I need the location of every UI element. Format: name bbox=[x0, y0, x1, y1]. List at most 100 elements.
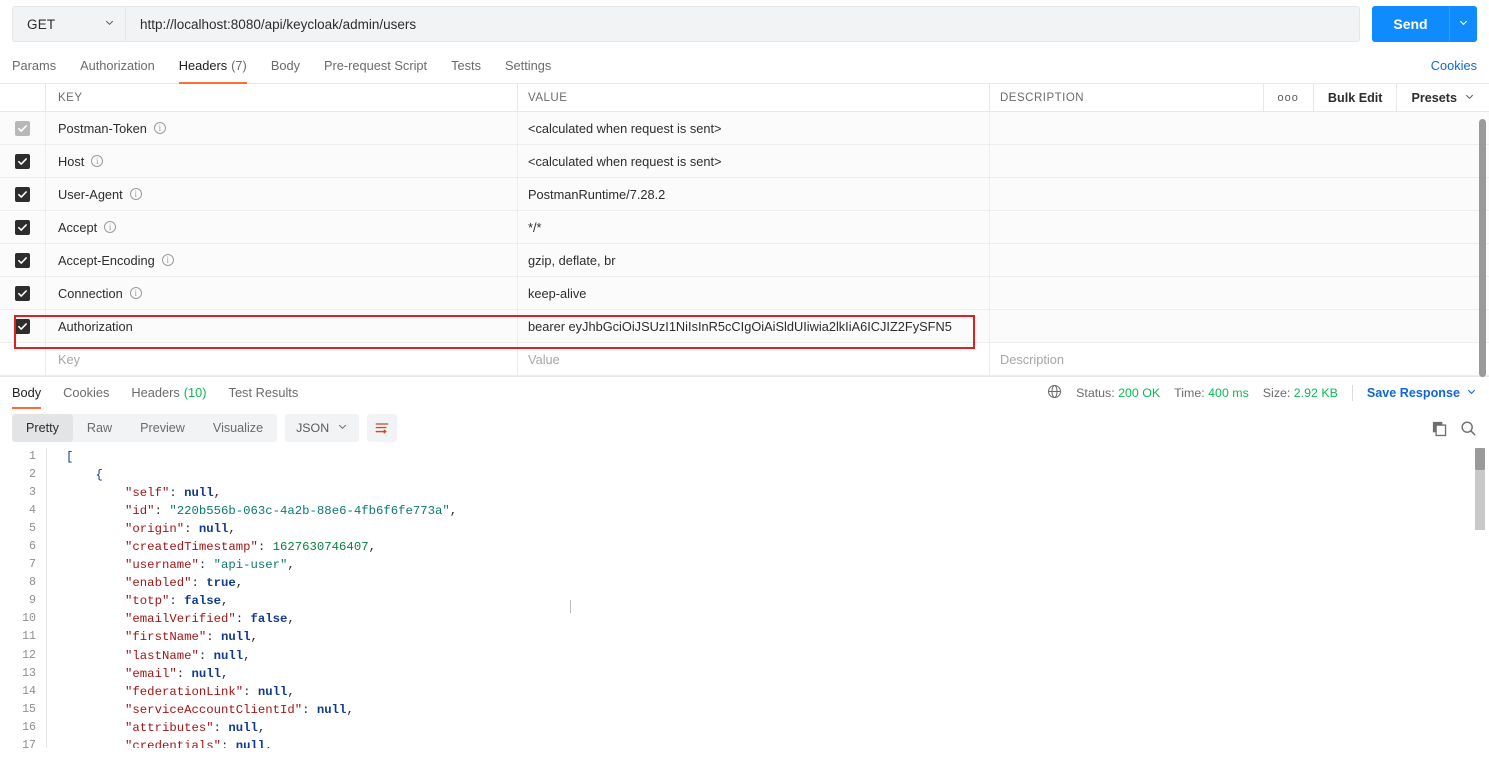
tab-body[interactable]: Body bbox=[259, 48, 312, 84]
send-button[interactable]: Send bbox=[1372, 6, 1449, 42]
save-response-button[interactable]: Save Response bbox=[1367, 386, 1477, 400]
copy-icon[interactable] bbox=[1431, 420, 1448, 437]
header-description-cell[interactable] bbox=[990, 178, 1489, 210]
header-value-cell[interactable]: keep-alive bbox=[518, 277, 990, 309]
info-icon[interactable]: i bbox=[153, 122, 166, 134]
header-description-cell[interactable] bbox=[990, 244, 1489, 276]
row-checkbox-cell bbox=[0, 310, 46, 342]
url-input[interactable] bbox=[138, 15, 1347, 33]
table-row[interactable]: Connection i keep-alive bbox=[0, 277, 1489, 310]
info-icon[interactable]: i bbox=[104, 221, 117, 233]
row-checkbox[interactable] bbox=[15, 120, 30, 136]
info-icon[interactable]: i bbox=[91, 155, 104, 167]
cookies-link[interactable]: Cookies bbox=[1431, 58, 1477, 73]
time-label: Time: bbox=[1174, 385, 1205, 400]
response-format-label: JSON bbox=[296, 421, 330, 435]
line-number: 13 bbox=[22, 666, 36, 680]
header-key-cell[interactable]: Postman-Token i bbox=[46, 112, 518, 144]
text-wrap-icon[interactable] bbox=[367, 414, 398, 442]
view-mode-visualize[interactable]: Visualize bbox=[199, 414, 277, 442]
header-value-cell[interactable]: <calculated when request is sent> bbox=[518, 145, 990, 177]
row-checkbox[interactable] bbox=[15, 219, 30, 235]
tab-headers[interactable]: Headers (7) bbox=[167, 48, 259, 84]
presets-button[interactable]: Presets bbox=[1396, 84, 1489, 111]
header-description-cell[interactable] bbox=[990, 211, 1489, 243]
headers-table: KEY VALUE DESCRIPTION ooo Bulk Edit Pres… bbox=[0, 84, 1489, 377]
line-number: 8 bbox=[29, 576, 36, 590]
new-header-description-input[interactable]: Description bbox=[990, 343, 1489, 375]
row-checkbox[interactable] bbox=[15, 252, 30, 268]
table-row-new[interactable]: Key Value Description bbox=[0, 343, 1489, 376]
code-line: 10 "emailVerified": false, bbox=[0, 610, 1489, 629]
headers-table-actions: ooo Bulk Edit Presets bbox=[1262, 84, 1489, 111]
response-tab-headers[interactable]: Headers (10) bbox=[120, 377, 217, 409]
header-value-cell[interactable]: <calculated when request is sent> bbox=[518, 112, 990, 144]
row-checkbox[interactable] bbox=[15, 285, 30, 301]
header-key-cell[interactable]: Connection i bbox=[46, 277, 518, 309]
header-description-cell[interactable] bbox=[990, 145, 1489, 177]
header-key-cell[interactable]: Accept-Encoding i bbox=[46, 244, 518, 276]
row-checkbox[interactable] bbox=[15, 153, 30, 169]
search-icon[interactable] bbox=[1460, 420, 1477, 437]
tab-tests[interactable]: Tests bbox=[439, 48, 493, 84]
line-number: 16 bbox=[22, 720, 36, 734]
info-icon[interactable]: i bbox=[161, 254, 174, 266]
headers-table-scrollbar[interactable] bbox=[1479, 119, 1486, 377]
status-label: Status: bbox=[1076, 385, 1115, 400]
view-mode-raw[interactable]: Raw bbox=[73, 414, 126, 442]
table-row[interactable]: User-Agent i PostmanRuntime/7.28.2 bbox=[0, 178, 1489, 211]
info-icon[interactable]: i bbox=[129, 188, 142, 200]
code-scrollbar-thumb[interactable] bbox=[1475, 448, 1485, 470]
header-key-cell[interactable]: Accept i bbox=[46, 211, 518, 243]
more-actions-button[interactable]: ooo bbox=[1262, 84, 1313, 111]
row-checkbox-cell bbox=[0, 277, 46, 309]
code-text: "serviceAccountClientId": null, bbox=[125, 702, 354, 717]
response-tab-cookies[interactable]: Cookies bbox=[52, 377, 120, 409]
code-scrollbar-track[interactable] bbox=[1475, 470, 1485, 530]
chevron-down-icon bbox=[1466, 386, 1477, 400]
send-options-button[interactable] bbox=[1449, 6, 1477, 42]
header-key-cell[interactable]: User-Agent i bbox=[46, 178, 518, 210]
line-number: 14 bbox=[22, 684, 36, 698]
table-row[interactable]: Postman-Token i <calculated when request… bbox=[0, 112, 1489, 145]
header-key-cell[interactable]: Authorization bbox=[46, 310, 518, 342]
header-description-cell[interactable] bbox=[990, 112, 1489, 144]
table-row[interactable]: Accept i */* bbox=[0, 211, 1489, 244]
info-icon[interactable]: i bbox=[129, 287, 142, 299]
tab-settings[interactable]: Settings bbox=[493, 48, 563, 84]
code-line: 15 "serviceAccountClientId": null, bbox=[0, 700, 1489, 719]
row-checkbox[interactable] bbox=[15, 186, 30, 202]
header-value-cell[interactable]: bearer eyJhbGciOiJSUzI1NiIsInR5cCIgOiAiS… bbox=[518, 310, 990, 342]
table-row[interactable]: Host i <calculated when request is sent> bbox=[0, 145, 1489, 178]
code-line: 17 "credentials": null, bbox=[0, 736, 1489, 748]
response-tab-test-results[interactable]: Test Results bbox=[218, 377, 310, 409]
response-format-selector[interactable]: JSON bbox=[285, 414, 360, 442]
new-header-key-input[interactable]: Key bbox=[46, 343, 518, 375]
view-mode-pretty[interactable]: Pretty bbox=[12, 414, 73, 442]
table-row[interactable]: Accept-Encoding i gzip, deflate, br bbox=[0, 244, 1489, 277]
url-input-wrapper[interactable] bbox=[125, 6, 1360, 42]
tab-params[interactable]: Params bbox=[12, 48, 68, 84]
globe-icon[interactable] bbox=[1047, 384, 1062, 402]
row-checkbox[interactable] bbox=[15, 318, 30, 334]
tab-authorization[interactable]: Authorization bbox=[68, 48, 167, 84]
new-header-value-input[interactable]: Value bbox=[518, 343, 990, 375]
header-key-cell[interactable]: Host i bbox=[46, 145, 518, 177]
header-description-cell[interactable] bbox=[990, 277, 1489, 309]
response-tab-body[interactable]: Body bbox=[12, 377, 52, 409]
tab-pre-request-script[interactable]: Pre-request Script bbox=[312, 48, 439, 84]
header-value-cell[interactable]: */* bbox=[518, 211, 990, 243]
header-description-cell[interactable] bbox=[990, 310, 1489, 342]
line-number: 10 bbox=[22, 612, 36, 626]
header-value-cell[interactable]: PostmanRuntime/7.28.2 bbox=[518, 178, 990, 210]
http-method-label: GET bbox=[27, 16, 56, 32]
response-body-code[interactable]: 1[2 {3 "self": null, 4 "id": "220b556b-06… bbox=[0, 448, 1489, 748]
line-number: 9 bbox=[29, 594, 36, 608]
code-text: "attributes": null, bbox=[125, 720, 266, 735]
view-mode-preview[interactable]: Preview bbox=[126, 414, 199, 442]
header-value-cell[interactable]: gzip, deflate, br bbox=[518, 244, 990, 276]
code-line: 3 "self": null, bbox=[0, 484, 1489, 503]
http-method-selector[interactable]: GET bbox=[12, 6, 125, 42]
table-row-authorization[interactable]: Authorization bearer eyJhbGciOiJSUzI1NiI… bbox=[0, 310, 1489, 343]
bulk-edit-button[interactable]: Bulk Edit bbox=[1312, 84, 1397, 111]
